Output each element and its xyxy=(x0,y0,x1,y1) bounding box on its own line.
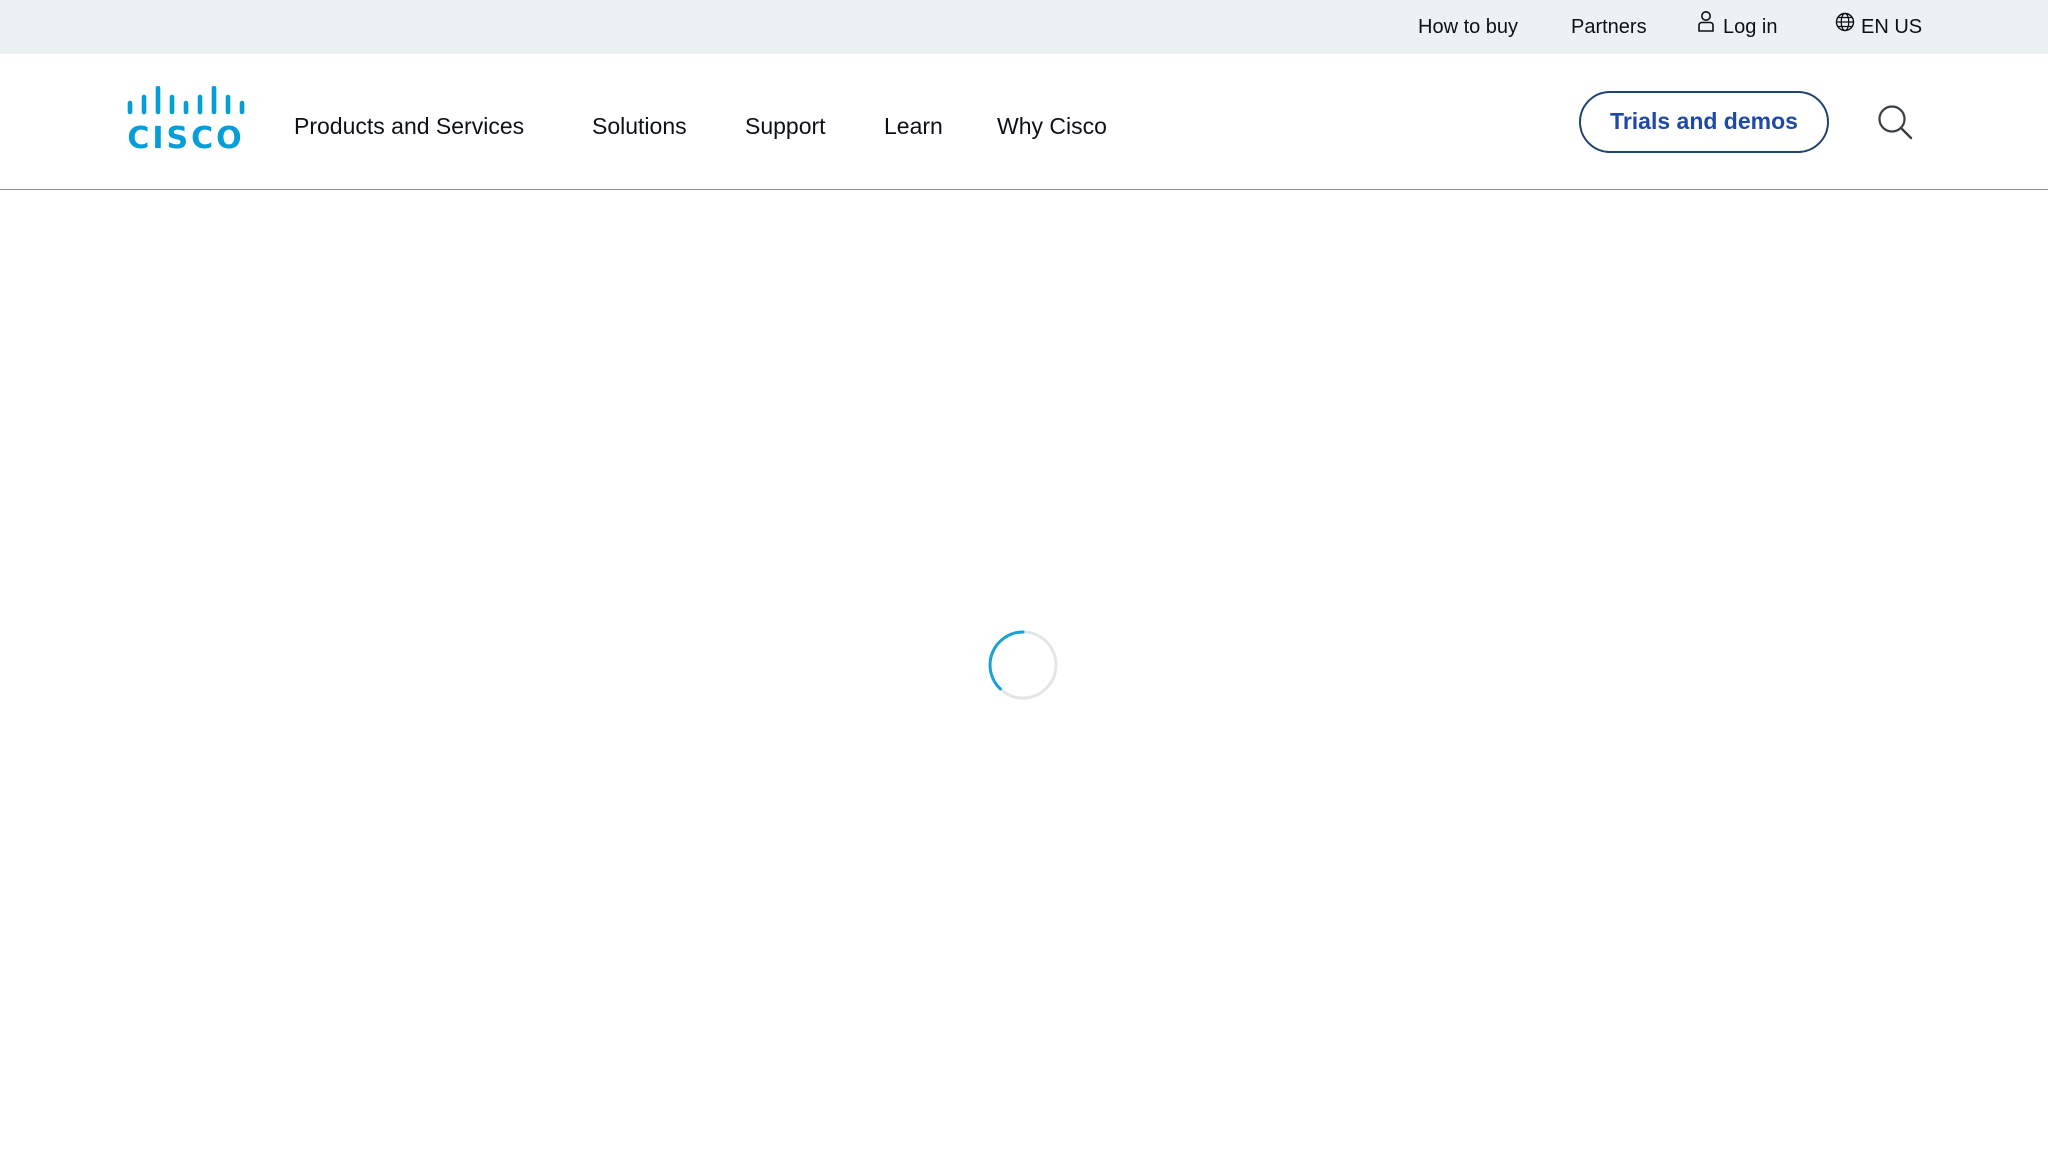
how-to-buy-link[interactable]: How to buy xyxy=(1418,0,1518,54)
cisco-logo[interactable]: CISCO xyxy=(127,85,245,156)
user-icon xyxy=(1697,0,1715,53)
cisco-logo-mark: CISCO xyxy=(127,85,245,156)
loading-spinner-icon xyxy=(988,630,1058,700)
nav-solutions-label: Solutions xyxy=(592,113,687,139)
how-to-buy-label: How to buy xyxy=(1418,16,1519,38)
search-icon xyxy=(1878,105,1913,140)
language-selector[interactable]: EN US xyxy=(1835,0,1922,54)
partners-link[interactable]: Partners xyxy=(1571,0,1647,54)
log-in-link[interactable]: Log in xyxy=(1697,0,1778,54)
nav-products-and-services[interactable]: Products and Services xyxy=(294,102,524,150)
globe-icon xyxy=(1835,0,1855,53)
trials-and-demos-button[interactable]: Trials and demos xyxy=(1579,91,1829,153)
logo-wordmark: CISCO xyxy=(127,121,244,152)
main-header: CISCO Products and Services Solutions Su… xyxy=(0,54,2048,190)
trials-and-demos-label: Trials and demos xyxy=(1610,108,1798,134)
nav-learn-label: Learn xyxy=(884,113,943,139)
language-label: EN US xyxy=(1861,16,1923,38)
search-button[interactable] xyxy=(1876,103,1916,143)
nav-why-cisco[interactable]: Why Cisco xyxy=(997,102,1107,150)
utility-bar: How to buy Partners Log in EN US xyxy=(0,0,2048,54)
nav-why-cisco-label: Why Cisco xyxy=(997,113,1107,139)
partners-label: Partners xyxy=(1571,16,1647,38)
nav-solutions[interactable]: Solutions xyxy=(592,102,687,150)
nav-products-label: Products and Services xyxy=(294,113,525,139)
log-in-label: Log in xyxy=(1723,16,1778,38)
nav-support[interactable]: Support xyxy=(745,102,826,150)
nav-support-label: Support xyxy=(745,113,826,139)
nav-learn[interactable]: Learn xyxy=(884,102,943,150)
